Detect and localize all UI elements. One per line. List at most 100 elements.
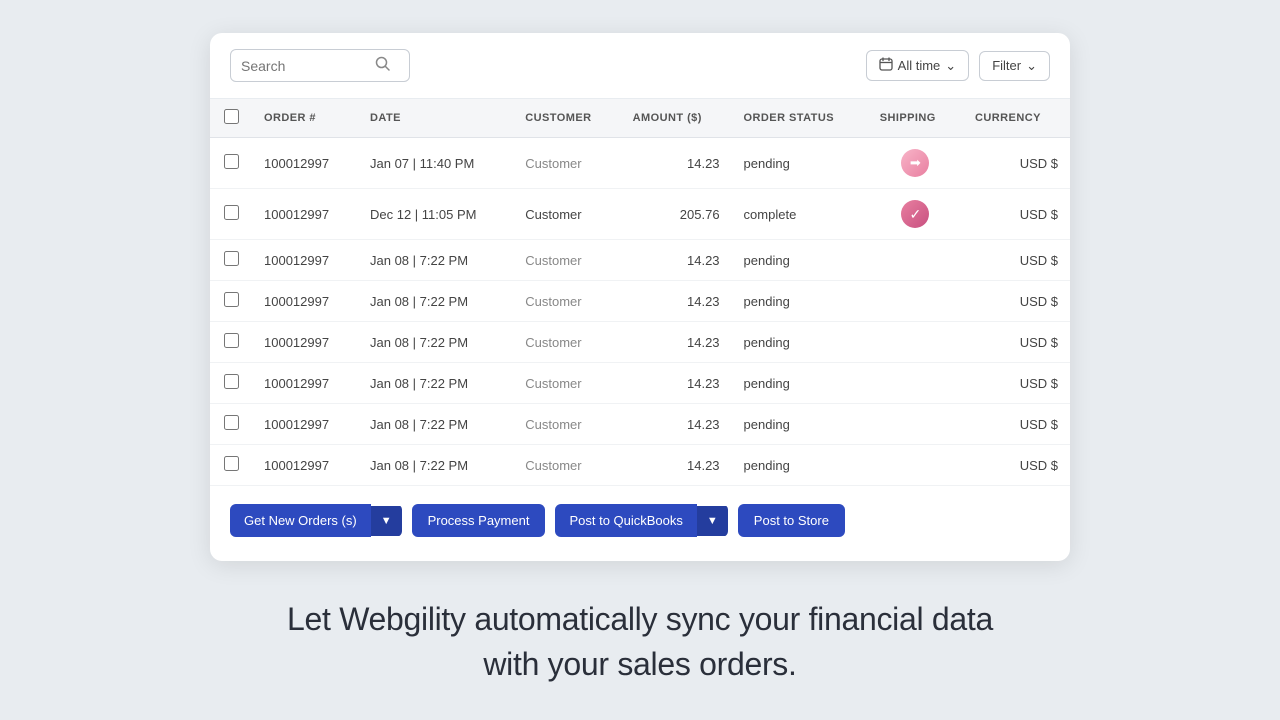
row-amount: 205.76 (621, 189, 732, 240)
row-checkbox-cell (210, 445, 252, 486)
post-quickbooks-dropdown[interactable]: ▼ (697, 506, 728, 536)
row-date: Jan 08 | 7:22 PM (358, 404, 513, 445)
search-input[interactable] (241, 58, 371, 74)
process-payment-label: Process Payment (428, 513, 530, 528)
row-checkbox-cell (210, 189, 252, 240)
post-to-store-label: Post to Store (754, 513, 829, 528)
row-customer: Customer (513, 363, 620, 404)
row-date: Jan 08 | 7:22 PM (358, 281, 513, 322)
process-payment-button[interactable]: Process Payment (412, 504, 546, 537)
row-checkbox-cell (210, 404, 252, 445)
row-status: pending (732, 404, 868, 445)
row-amount: 14.23 (621, 138, 732, 189)
row-order-number: 100012997 (252, 281, 358, 322)
row-shipping (868, 240, 963, 281)
post-to-store-button[interactable]: Post to Store (738, 504, 845, 537)
row-order-number: 100012997 (252, 363, 358, 404)
row-customer: Customer (513, 138, 620, 189)
calendar-icon (879, 57, 893, 74)
get-new-orders-label: Get New Orders (s) (244, 513, 357, 528)
row-date: Jan 07 | 11:40 PM (358, 138, 513, 189)
row-shipping: ➡ (868, 138, 963, 189)
select-all-checkbox[interactable] (224, 109, 239, 124)
bottom-actions: Get New Orders (s) ▼ Process Payment Pos… (210, 486, 1070, 537)
row-customer: Customer (513, 189, 620, 240)
row-order-number: 100012997 (252, 189, 358, 240)
filter-button[interactable]: Filter ⌄ (979, 51, 1050, 81)
header-date: DATE (358, 99, 513, 138)
table-row: 100012997Jan 08 | 7:22 PMCustomer14.23pe… (210, 445, 1070, 486)
header-order: ORDER # (252, 99, 358, 138)
shipping-arrow-icon: ➡ (901, 149, 929, 177)
row-amount: 14.23 (621, 404, 732, 445)
table-row: 100012997Jan 08 | 7:22 PMCustomer14.23pe… (210, 363, 1070, 404)
row-date: Jan 08 | 7:22 PM (358, 240, 513, 281)
row-shipping (868, 445, 963, 486)
post-quickbooks-button[interactable]: Post to QuickBooks (555, 504, 696, 537)
row-order-number: 100012997 (252, 445, 358, 486)
row-currency: USD $ (963, 363, 1070, 404)
row-amount: 14.23 (621, 445, 732, 486)
get-new-orders-split-button[interactable]: Get New Orders (s) ▼ (230, 504, 402, 537)
row-checkbox-cell (210, 281, 252, 322)
row-checkbox[interactable] (224, 333, 239, 348)
row-status: complete (732, 189, 868, 240)
row-checkbox[interactable] (224, 205, 239, 220)
row-checkbox-cell (210, 363, 252, 404)
get-new-orders-dropdown[interactable]: ▼ (371, 506, 402, 536)
post-quickbooks-split-button[interactable]: Post to QuickBooks ▼ (555, 504, 727, 537)
row-shipping (868, 404, 963, 445)
row-checkbox[interactable] (224, 292, 239, 307)
row-status: pending (732, 281, 868, 322)
time-filter-button[interactable]: All time ⌄ (866, 50, 970, 81)
row-currency: USD $ (963, 240, 1070, 281)
row-order-number: 100012997 (252, 240, 358, 281)
header-status: ORDER STATUS (732, 99, 868, 138)
row-checkbox[interactable] (224, 154, 239, 169)
header-amount: AMOUNT ($) (621, 99, 732, 138)
row-customer: Customer (513, 404, 620, 445)
row-checkbox[interactable] (224, 456, 239, 471)
row-customer: Customer (513, 240, 620, 281)
shipping-check-icon: ✓ (901, 200, 929, 228)
row-shipping (868, 322, 963, 363)
table-row: 100012997Jan 08 | 7:22 PMCustomer14.23pe… (210, 322, 1070, 363)
header-currency: CURRENCY (963, 99, 1070, 138)
row-customer: Customer (513, 445, 620, 486)
row-shipping (868, 363, 963, 404)
row-status: pending (732, 363, 868, 404)
row-checkbox[interactable] (224, 374, 239, 389)
header-checkbox-cell (210, 99, 252, 138)
row-amount: 14.23 (621, 322, 732, 363)
row-checkbox[interactable] (224, 415, 239, 430)
row-order-number: 100012997 (252, 404, 358, 445)
row-currency: USD $ (963, 281, 1070, 322)
row-status: pending (732, 445, 868, 486)
time-filter-chevron: ⌄ (945, 58, 956, 74)
row-date: Dec 12 | 11:05 PM (358, 189, 513, 240)
row-currency: USD $ (963, 138, 1070, 189)
post-quickbooks-label: Post to QuickBooks (569, 513, 682, 528)
row-amount: 14.23 (621, 240, 732, 281)
row-amount: 14.23 (621, 281, 732, 322)
row-date: Jan 08 | 7:22 PM (358, 363, 513, 404)
top-bar: All time ⌄ Filter ⌄ (210, 33, 1070, 99)
row-checkbox-cell (210, 240, 252, 281)
filter-chevron: ⌄ (1026, 58, 1037, 74)
table-row: 100012997Jan 08 | 7:22 PMCustomer14.23pe… (210, 281, 1070, 322)
row-checkbox-cell (210, 138, 252, 189)
orders-table: ORDER # DATE CUSTOMER AMOUNT ($) ORDER S… (210, 99, 1070, 486)
row-amount: 14.23 (621, 363, 732, 404)
get-new-orders-button[interactable]: Get New Orders (s) (230, 504, 371, 537)
row-checkbox[interactable] (224, 251, 239, 266)
row-currency: USD $ (963, 189, 1070, 240)
row-checkbox-cell (210, 322, 252, 363)
search-box[interactable] (230, 49, 410, 82)
row-date: Jan 08 | 7:22 PM (358, 445, 513, 486)
search-icon (375, 56, 390, 75)
main-card: All time ⌄ Filter ⌄ ORDER # DATE CUSTOME… (210, 33, 1070, 561)
tagline: Let Webgility automatically sync your fi… (287, 597, 993, 687)
row-status: pending (732, 322, 868, 363)
row-shipping (868, 281, 963, 322)
row-order-number: 100012997 (252, 138, 358, 189)
